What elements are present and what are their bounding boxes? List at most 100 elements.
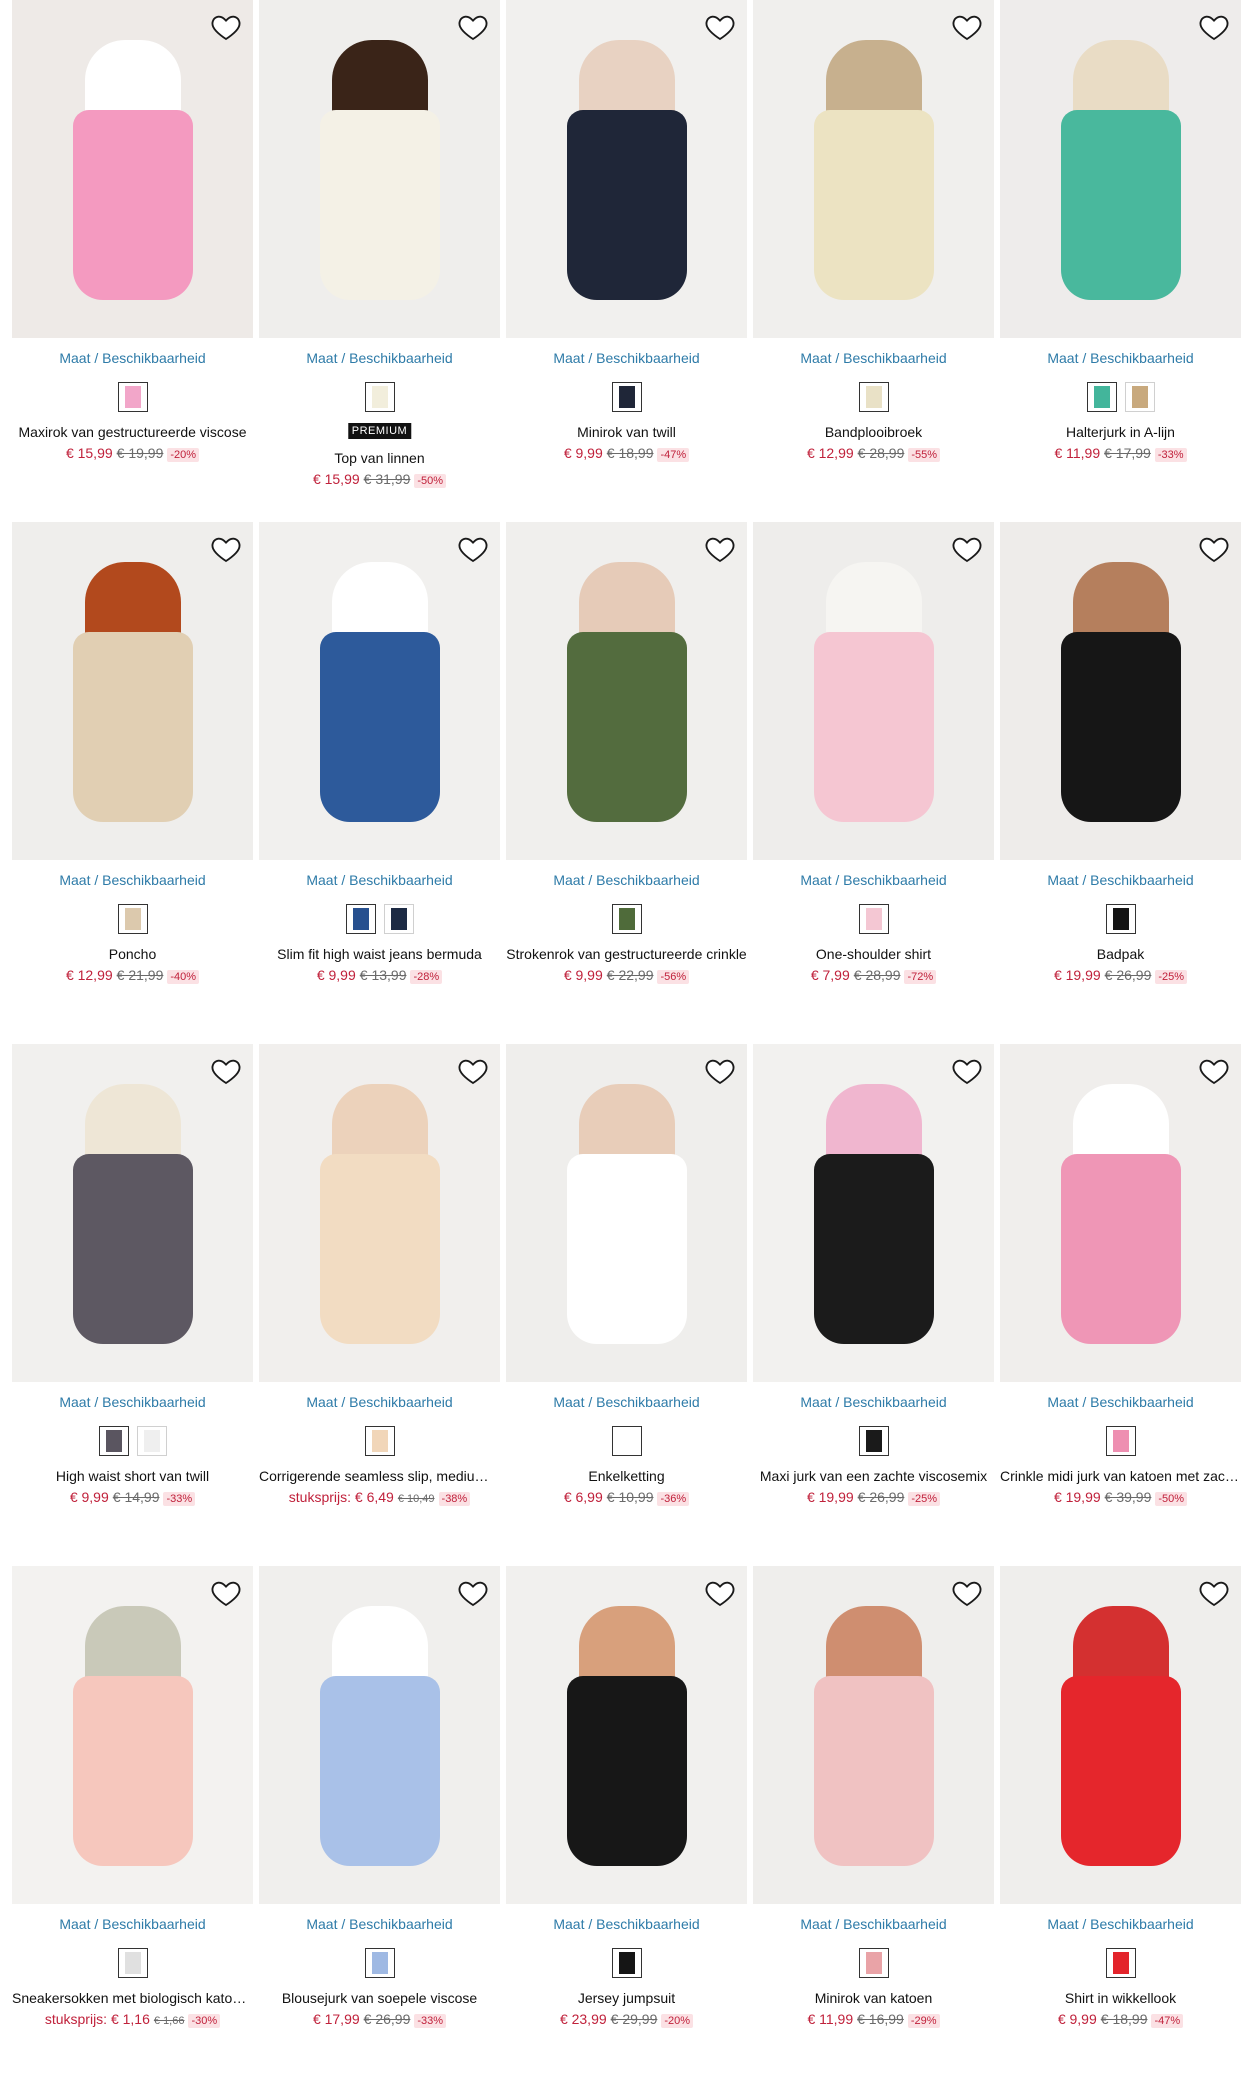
product-title[interactable]: Slim fit high waist jeans bermuda — [259, 946, 500, 962]
product-title[interactable]: Strokenrok van gestructureerde crinkle — [506, 946, 747, 962]
product-title[interactable]: Shirt in wikkellook — [1000, 1990, 1241, 2006]
size-availability-link[interactable]: Maat / Beschikbaarheid — [259, 872, 500, 888]
product-card[interactable]: Maat / Beschikbaarheid Strokenrok van ge… — [506, 522, 747, 1044]
size-availability-link[interactable]: Maat / Beschikbaarheid — [1000, 1394, 1241, 1410]
product-image[interactable] — [259, 522, 500, 860]
product-card[interactable]: Maat / Beschikbaarheid Jersey jumpsuit €… — [506, 1566, 747, 2088]
size-availability-link[interactable]: Maat / Beschikbaarheid — [753, 1394, 994, 1410]
size-availability-link[interactable]: Maat / Beschikbaarheid — [506, 1916, 747, 1932]
product-title[interactable]: Top van linnen — [259, 450, 500, 466]
product-title[interactable]: Blousejurk van soepele viscose — [259, 1990, 500, 2006]
color-swatch[interactable] — [364, 382, 395, 412]
product-card[interactable]: Maat / Beschikbaarheid PREMIUM Top van l… — [259, 0, 500, 522]
size-availability-link[interactable]: Maat / Beschikbaarheid — [1000, 872, 1241, 888]
wishlist-heart-icon[interactable] — [703, 1576, 737, 1610]
wishlist-heart-icon[interactable] — [703, 10, 737, 44]
product-card[interactable]: Maat / Beschikbaarheid Sneakersokken met… — [12, 1566, 253, 2088]
product-image[interactable] — [12, 1044, 253, 1382]
product-title[interactable]: Halterjurk in A-lijn — [1000, 424, 1241, 440]
product-title[interactable]: Badpak — [1000, 946, 1241, 962]
product-card[interactable]: Maat / Beschikbaarheid Corrigerende seam… — [259, 1044, 500, 1566]
color-swatch[interactable] — [611, 904, 642, 934]
wishlist-heart-icon[interactable] — [1197, 1576, 1231, 1610]
product-title[interactable]: Enkelketting — [506, 1468, 747, 1484]
size-availability-link[interactable]: Maat / Beschikbaarheid — [506, 872, 747, 888]
color-swatch[interactable] — [136, 1426, 167, 1456]
color-swatch[interactable] — [117, 382, 148, 412]
color-swatch[interactable] — [611, 382, 642, 412]
size-availability-link[interactable]: Maat / Beschikbaarheid — [753, 1916, 994, 1932]
product-image[interactable] — [753, 1044, 994, 1382]
product-card[interactable]: Maat / Beschikbaarheid Minirok van katoe… — [753, 1566, 994, 2088]
wishlist-heart-icon[interactable] — [209, 1054, 243, 1088]
wishlist-heart-icon[interactable] — [209, 1576, 243, 1610]
product-image[interactable] — [753, 0, 994, 338]
product-title[interactable]: Minirok van katoen — [753, 1990, 994, 2006]
size-availability-link[interactable]: Maat / Beschikbaarheid — [753, 350, 994, 366]
color-swatch[interactable] — [117, 904, 148, 934]
product-title[interactable]: Jersey jumpsuit — [506, 1990, 747, 2006]
product-card[interactable]: Maat / Beschikbaarheid High waist short … — [12, 1044, 253, 1566]
color-swatch[interactable] — [364, 1948, 395, 1978]
color-swatch[interactable] — [383, 904, 414, 934]
size-availability-link[interactable]: Maat / Beschikbaarheid — [12, 1394, 253, 1410]
wishlist-heart-icon[interactable] — [950, 1054, 984, 1088]
product-card[interactable]: Maat / Beschikbaarheid Blousejurk van so… — [259, 1566, 500, 2088]
size-availability-link[interactable]: Maat / Beschikbaarheid — [753, 872, 994, 888]
wishlist-heart-icon[interactable] — [1197, 10, 1231, 44]
product-title[interactable]: Maxi jurk van een zachte viscosemix — [753, 1468, 994, 1484]
product-title[interactable]: Sneakersokken met biologisch katoen (6 p… — [12, 1990, 253, 2006]
product-card[interactable]: Maat / Beschikbaarheid Crinkle midi jurk… — [1000, 1044, 1241, 1566]
product-title[interactable]: Bandplooibroek — [753, 424, 994, 440]
wishlist-heart-icon[interactable] — [950, 532, 984, 566]
wishlist-heart-icon[interactable] — [456, 1054, 490, 1088]
size-availability-link[interactable]: Maat / Beschikbaarheid — [12, 872, 253, 888]
wishlist-heart-icon[interactable] — [209, 532, 243, 566]
product-card[interactable]: Maat / Beschikbaarheid Maxirok van gestr… — [12, 0, 253, 522]
color-swatch[interactable] — [858, 904, 889, 934]
wishlist-heart-icon[interactable] — [1197, 1054, 1231, 1088]
product-image[interactable] — [1000, 1044, 1241, 1382]
product-title[interactable]: High waist short van twill — [12, 1468, 253, 1484]
size-availability-link[interactable]: Maat / Beschikbaarheid — [506, 1394, 747, 1410]
product-image[interactable] — [753, 522, 994, 860]
product-image[interactable] — [506, 522, 747, 860]
size-availability-link[interactable]: Maat / Beschikbaarheid — [12, 1916, 253, 1932]
product-card[interactable]: Maat / Beschikbaarheid Poncho € 12,99 € 2… — [12, 522, 253, 1044]
product-image[interactable] — [259, 1044, 500, 1382]
size-availability-link[interactable]: Maat / Beschikbaarheid — [259, 1394, 500, 1410]
product-card[interactable]: Maat / Beschikbaarheid Maxi jurk van een… — [753, 1044, 994, 1566]
product-card[interactable]: Maat / Beschikbaarheid Bandplooibroek € … — [753, 0, 994, 522]
color-swatch[interactable] — [858, 1948, 889, 1978]
product-card[interactable]: Maat / Beschikbaarheid Minirok van twill… — [506, 0, 747, 522]
product-card[interactable]: Maat / Beschikbaarheid Badpak € 19,99 € 2… — [1000, 522, 1241, 1044]
product-image[interactable] — [1000, 522, 1241, 860]
product-image[interactable] — [1000, 1566, 1241, 1904]
product-image[interactable] — [753, 1566, 994, 1904]
product-image[interactable] — [259, 1566, 500, 1904]
product-image[interactable] — [12, 0, 253, 338]
product-title[interactable]: Minirok van twill — [506, 424, 747, 440]
color-swatch[interactable] — [1124, 382, 1155, 412]
size-availability-link[interactable]: Maat / Beschikbaarheid — [506, 350, 747, 366]
color-swatch[interactable] — [858, 1426, 889, 1456]
wishlist-heart-icon[interactable] — [456, 532, 490, 566]
product-image[interactable] — [506, 1044, 747, 1382]
product-image[interactable] — [259, 0, 500, 338]
wishlist-heart-icon[interactable] — [456, 10, 490, 44]
wishlist-heart-icon[interactable] — [703, 1054, 737, 1088]
wishlist-heart-icon[interactable] — [950, 1576, 984, 1610]
color-swatch[interactable] — [611, 1426, 642, 1456]
color-swatch[interactable] — [98, 1426, 129, 1456]
product-card[interactable]: Maat / Beschikbaarheid One-shoulder shir… — [753, 522, 994, 1044]
wishlist-heart-icon[interactable] — [1197, 532, 1231, 566]
product-title[interactable]: Crinkle midi jurk van katoen met zachte … — [1000, 1468, 1241, 1484]
product-card[interactable]: Maat / Beschikbaarheid Enkelketting € 6,… — [506, 1044, 747, 1566]
color-swatch[interactable] — [345, 904, 376, 934]
product-image[interactable] — [1000, 0, 1241, 338]
product-title[interactable]: Maxirok van gestructureerde viscose — [12, 424, 253, 440]
color-swatch[interactable] — [858, 382, 889, 412]
product-card[interactable]: Maat / Beschikbaarheid Shirt in wikkello… — [1000, 1566, 1241, 2088]
product-image[interactable] — [12, 1566, 253, 1904]
product-image[interactable] — [506, 1566, 747, 1904]
